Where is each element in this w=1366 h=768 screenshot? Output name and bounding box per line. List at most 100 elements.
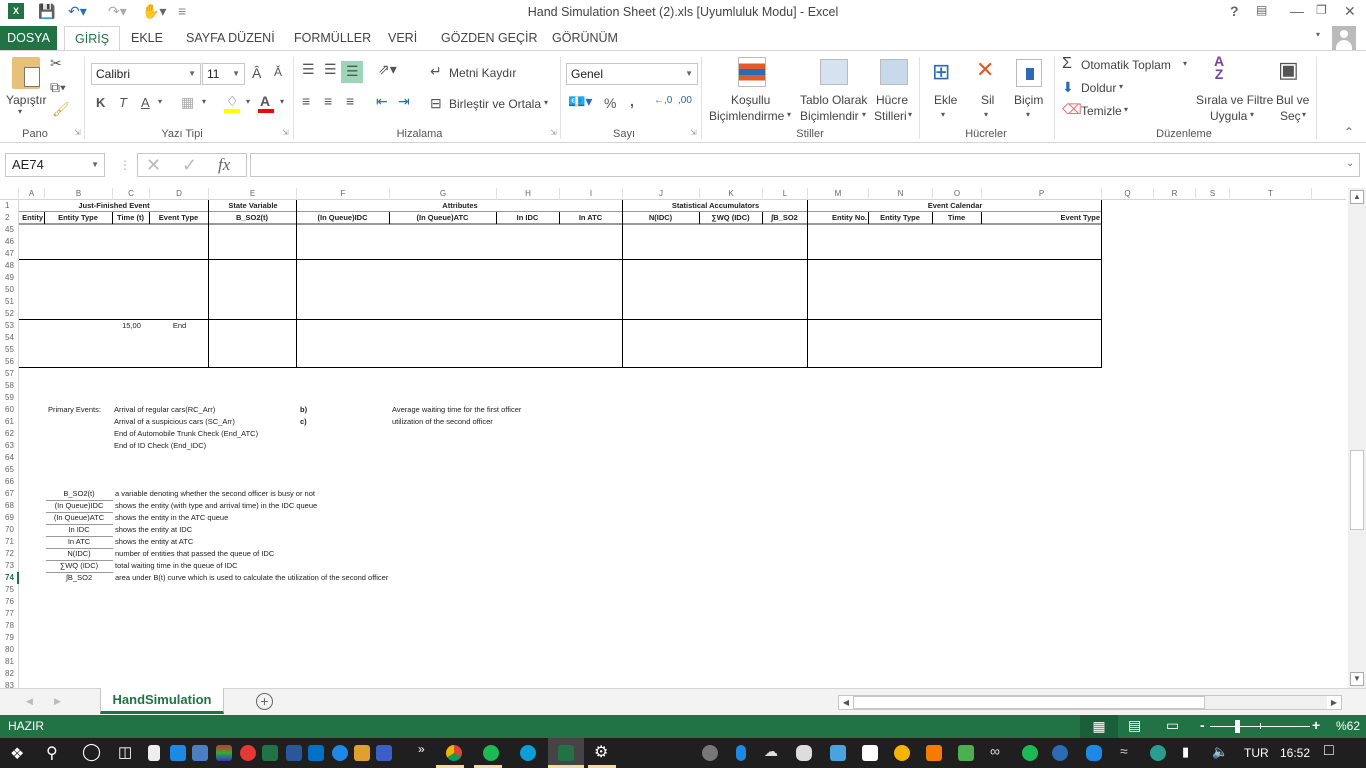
question-text[interactable]: utilization of the second officer bbox=[392, 416, 592, 428]
battery-icon[interactable]: ▮ bbox=[1182, 744, 1189, 760]
conditional-dropdown-icon[interactable]: ▾ bbox=[787, 110, 791, 119]
format-dropdown-icon[interactable]: ▾ bbox=[1026, 110, 1030, 119]
add-sheet-button[interactable]: + bbox=[256, 693, 273, 710]
autosum-button[interactable]: Otomatik Toplam bbox=[1081, 58, 1171, 72]
find-select-button[interactable]: Bul ve bbox=[1276, 93, 1309, 107]
cancel-icon[interactable]: ✕ bbox=[146, 155, 161, 176]
help-button[interactable]: ? bbox=[1230, 3, 1239, 19]
decrease-font-icon[interactable]: Ǎ bbox=[274, 65, 282, 79]
taskbar-overflow-chevron[interactable]: » bbox=[418, 742, 425, 756]
row-header-80[interactable]: 80 bbox=[0, 644, 19, 656]
floppy-icon[interactable] bbox=[376, 745, 392, 761]
legend-term[interactable]: (In Queue)IDC bbox=[45, 500, 113, 512]
align-left-icon[interactable]: ≡ bbox=[302, 93, 310, 109]
cell-styles-dropdown-icon[interactable]: ▾ bbox=[908, 110, 912, 119]
cortana-icon[interactable]: ◯ bbox=[82, 742, 101, 762]
row-header-78[interactable]: 78 bbox=[0, 620, 19, 632]
paste-icon[interactable] bbox=[12, 57, 40, 89]
fill-color-dropdown-icon[interactable]: ▾ bbox=[246, 97, 250, 106]
legend-description[interactable]: shows the entity (with type and arrival … bbox=[115, 500, 435, 512]
column-header-m[interactable]: M bbox=[808, 188, 869, 200]
icloud-icon[interactable] bbox=[1086, 745, 1102, 761]
increase-font-icon[interactable]: Â bbox=[252, 65, 261, 81]
row-header-81[interactable]: 81 bbox=[0, 656, 19, 668]
underline-button[interactable]: A bbox=[141, 95, 150, 110]
column-header-q[interactable]: Q bbox=[1102, 188, 1154, 200]
dialog-launcher-icon[interactable]: ⇲ bbox=[282, 128, 289, 137]
sort-dropdown-icon[interactable]: ▾ bbox=[1250, 110, 1254, 119]
find-dropdown-icon[interactable]: ▾ bbox=[1302, 110, 1306, 119]
dialog-launcher-icon[interactable]: ⇲ bbox=[74, 128, 81, 137]
insert-dropdown-icon[interactable]: ▾ bbox=[941, 110, 945, 119]
cell-styles-label[interactable]: Stilleri bbox=[874, 109, 907, 123]
select-all-button[interactable] bbox=[0, 188, 19, 200]
prev-sheet-icon[interactable]: ◀ bbox=[26, 696, 33, 707]
legend-term[interactable]: In ATC bbox=[45, 536, 113, 548]
legend-term[interactable]: B_SO2(t) bbox=[45, 488, 113, 500]
horizontal-scroll-thumb[interactable] bbox=[853, 696, 1205, 709]
question-key[interactable]: c) bbox=[300, 416, 320, 428]
legend-description[interactable]: total waiting time in the queue of IDC bbox=[115, 560, 435, 572]
legend-description[interactable]: a variable denoting whether the second o… bbox=[115, 488, 435, 500]
merge-center-button[interactable]: Birleştir ve Ortala bbox=[449, 97, 541, 111]
bold-button[interactable]: K bbox=[96, 95, 105, 110]
row-header-56[interactable]: 56 bbox=[0, 356, 19, 368]
question-key[interactable]: b) bbox=[300, 404, 320, 416]
app-icon[interactable] bbox=[830, 745, 846, 761]
outlook-icon[interactable] bbox=[308, 745, 324, 761]
scroll-left-icon[interactable]: ◀ bbox=[839, 696, 853, 709]
vertical-scrollbar[interactable]: ▲ ▼ bbox=[1348, 188, 1366, 688]
column-header-f[interactable]: F bbox=[297, 188, 390, 200]
font-color-icon[interactable]: A bbox=[260, 93, 270, 109]
close-button[interactable]: ✕ bbox=[1344, 3, 1356, 20]
spotify-tray-icon[interactable] bbox=[1022, 745, 1038, 761]
time-value[interactable]: 15,00 bbox=[113, 320, 150, 332]
zoom-out-button[interactable]: - bbox=[1200, 717, 1205, 733]
legend-description[interactable]: shows the entity in the ATC queue bbox=[115, 512, 435, 524]
borders-icon[interactable]: ▦ bbox=[181, 94, 194, 111]
format-cells-button[interactable]: Biçim bbox=[1014, 93, 1043, 107]
row-header-69[interactable]: 69 bbox=[0, 512, 19, 524]
teamviewer-icon[interactable] bbox=[332, 745, 348, 761]
expand-formula-icon[interactable]: ⌄ bbox=[1346, 158, 1354, 169]
column-header-s[interactable]: S bbox=[1196, 188, 1230, 200]
scroll-up-icon[interactable]: ▲ bbox=[1350, 190, 1364, 204]
column-header-d[interactable]: D bbox=[150, 188, 209, 200]
delete-cells-button[interactable]: Sil bbox=[981, 93, 994, 107]
row-header-58[interactable]: 58 bbox=[0, 380, 19, 392]
normal-view-icon[interactable]: ▦ bbox=[1080, 715, 1118, 738]
recorder-icon[interactable] bbox=[240, 745, 256, 761]
comma-button[interactable]: , bbox=[630, 93, 634, 109]
align-middle-icon[interactable]: ☰ bbox=[324, 61, 337, 78]
format-painter-icon[interactable]: 🖌 bbox=[52, 101, 70, 118]
row-header-76[interactable]: 76 bbox=[0, 596, 19, 608]
zoom-slider-thumb[interactable] bbox=[1235, 720, 1240, 733]
winrar-icon[interactable] bbox=[216, 745, 232, 761]
primary-event-item[interactable]: Arrival of regular cars(RC_Arr) bbox=[114, 404, 314, 416]
legend-term[interactable]: ∑WQ (IDC) bbox=[45, 560, 113, 572]
row-header-52[interactable]: 52 bbox=[0, 308, 19, 320]
row-header-59[interactable]: 59 bbox=[0, 392, 19, 404]
next-sheet-icon[interactable]: ▶ bbox=[54, 696, 61, 707]
row-header-62[interactable]: 62 bbox=[0, 428, 19, 440]
task-view-icon[interactable]: ◫ bbox=[118, 743, 132, 761]
creative-cloud-icon[interactable]: ∞ bbox=[990, 743, 1000, 759]
row-header-60[interactable]: 60 bbox=[0, 404, 19, 416]
row-header-82[interactable]: 82 bbox=[0, 668, 19, 680]
primary-events-label[interactable]: Primary Events: bbox=[48, 404, 108, 416]
row-header-48[interactable]: 48 bbox=[0, 260, 19, 272]
format-as-table-button[interactable]: Tablo Olarak bbox=[800, 93, 867, 107]
column-header-n[interactable]: N bbox=[869, 188, 933, 200]
primary-event-item[interactable]: End of ID Check (End_IDC) bbox=[114, 440, 314, 452]
percent-button[interactable]: % bbox=[604, 95, 616, 111]
italic-button[interactable]: T bbox=[119, 95, 127, 110]
row-header-67[interactable]: 67 bbox=[0, 488, 19, 500]
legend-term[interactable]: In IDC bbox=[45, 524, 113, 536]
chrome-icon[interactable] bbox=[446, 745, 462, 761]
skype-icon[interactable] bbox=[702, 745, 718, 761]
autosum-dropdown-icon[interactable]: ▾ bbox=[1183, 59, 1187, 68]
edge-icon[interactable] bbox=[520, 745, 536, 761]
row-header-53[interactable]: 53 bbox=[0, 320, 19, 332]
n-app-icon[interactable] bbox=[894, 745, 910, 761]
column-header-k[interactable]: K bbox=[700, 188, 763, 200]
